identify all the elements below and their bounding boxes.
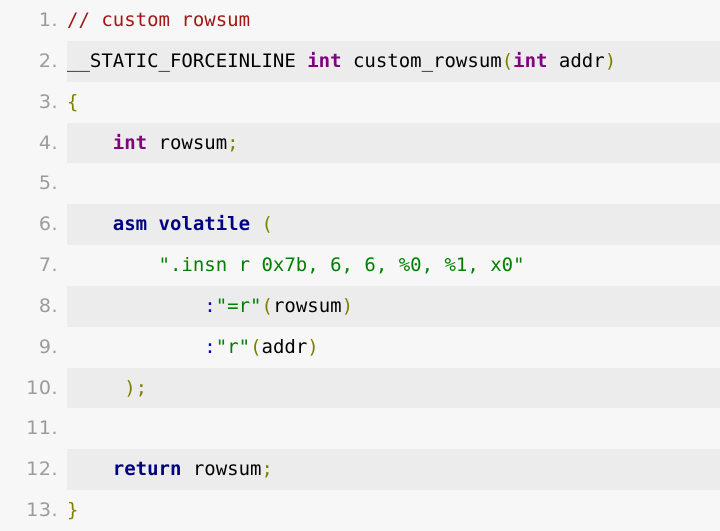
code-token: ) — [341, 294, 354, 317]
code-token: ( — [261, 294, 273, 317]
code-token: ( — [261, 213, 273, 236]
code-token: "r" — [215, 335, 251, 358]
line-number: 11. — [26, 417, 58, 440]
code-line[interactable]: 6. asm volatile ( — [0, 204, 720, 246]
line-number: 13. — [26, 499, 58, 522]
code-line[interactable]: 8. :"=r"(rowsum) — [0, 285, 720, 327]
code-token: ".insn r 0x7b, 6, 6, %0, %1, x0" — [158, 254, 525, 277]
code-line[interactable]: 1. // custom rowsum — [0, 0, 720, 41]
line-number: 1. — [38, 9, 58, 31]
line-code[interactable]: { — [67, 82, 720, 123]
line-code[interactable]: asm volatile ( — [67, 204, 720, 245]
code-token: rowsum — [181, 458, 262, 481]
code-token: ( — [501, 49, 514, 72]
line-code[interactable]: ); — [67, 368, 720, 409]
line-highlight-band — [67, 408, 720, 449]
code-line[interactable]: 4. int rowsum; — [0, 122, 720, 164]
line-number: 2. — [38, 49, 58, 72]
code-line[interactable]: 3. { — [0, 82, 720, 123]
line-code[interactable]: :"r"(addr) — [67, 327, 720, 368]
code-token: ( — [250, 335, 262, 358]
code-token: custom_rowsum — [341, 49, 502, 72]
code-token: addr — [547, 49, 605, 72]
line-number: 12. — [26, 458, 58, 481]
code-token: int — [513, 49, 548, 72]
code-token: __STATIC_FORCEINLINE — [67, 49, 308, 72]
code-token: : — [204, 294, 216, 317]
code-token: ; — [227, 131, 239, 154]
code-line[interactable]: 13.} — [0, 490, 720, 531]
line-number: 4. — [38, 131, 58, 154]
line-code[interactable]: __STATIC_FORCEINLINE int custom_rowsum(i… — [67, 41, 720, 82]
line-number: 7. — [38, 254, 58, 277]
code-token: } — [67, 499, 79, 522]
code-token: addr — [261, 335, 308, 358]
code-line[interactable]: 7. ".insn r 0x7b, 6, 6, %0, %1, x0" — [0, 245, 720, 286]
code-token: : — [204, 335, 216, 358]
line-code[interactable]: int rowsum; — [67, 123, 720, 164]
line-code[interactable]: // custom rowsum — [67, 0, 720, 41]
code-token: rowsum — [272, 294, 342, 317]
code-lines-container: 1. // custom rowsum 2. __STATIC_FORCEINLINE… — [0, 0, 720, 531]
line-number: 6. — [38, 213, 58, 236]
code-token: return — [112, 458, 182, 481]
line-number: 3. — [38, 90, 58, 113]
code-token: ); — [124, 376, 148, 399]
line-code[interactable]: ".insn r 0x7b, 6, 6, %0, %1, x0" — [67, 245, 720, 286]
code-line[interactable]: 11. — [0, 408, 720, 449]
code-line[interactable]: 12. return rowsum; — [0, 449, 720, 491]
code-token: asm volatile — [112, 213, 251, 236]
line-number: 5. — [38, 172, 58, 195]
line-number: 9. — [38, 335, 58, 358]
code-token: { — [67, 90, 79, 113]
line-code[interactable]: } — [67, 490, 720, 531]
line-code[interactable]: :"=r"(rowsum) — [67, 286, 720, 327]
code-line[interactable]: 5. — [0, 163, 720, 204]
code-token: int — [307, 49, 342, 72]
code-token: ; — [261, 458, 273, 481]
line-number: 8. — [38, 294, 58, 317]
code-line[interactable]: 9. :"r"(addr) — [0, 327, 720, 368]
line-code[interactable]: return rowsum; — [67, 449, 720, 490]
code-line[interactable]: 2. __STATIC_FORCEINLINE int custom_rowsum… — [0, 40, 720, 82]
code-token: ) — [604, 49, 617, 72]
code-token: int — [112, 131, 148, 154]
code-token: ) — [307, 335, 319, 358]
code-line[interactable]: 10. ); — [0, 367, 720, 409]
code-token: rowsum — [147, 131, 228, 154]
line-highlight-band — [67, 163, 720, 204]
code-token: "=r" — [215, 294, 262, 317]
code-listing[interactable]: 1. // custom rowsum 2. __STATIC_FORCEINLINE… — [0, 0, 720, 531]
line-number: 10. — [26, 376, 58, 399]
code-token: // custom rowsum — [67, 9, 251, 31]
